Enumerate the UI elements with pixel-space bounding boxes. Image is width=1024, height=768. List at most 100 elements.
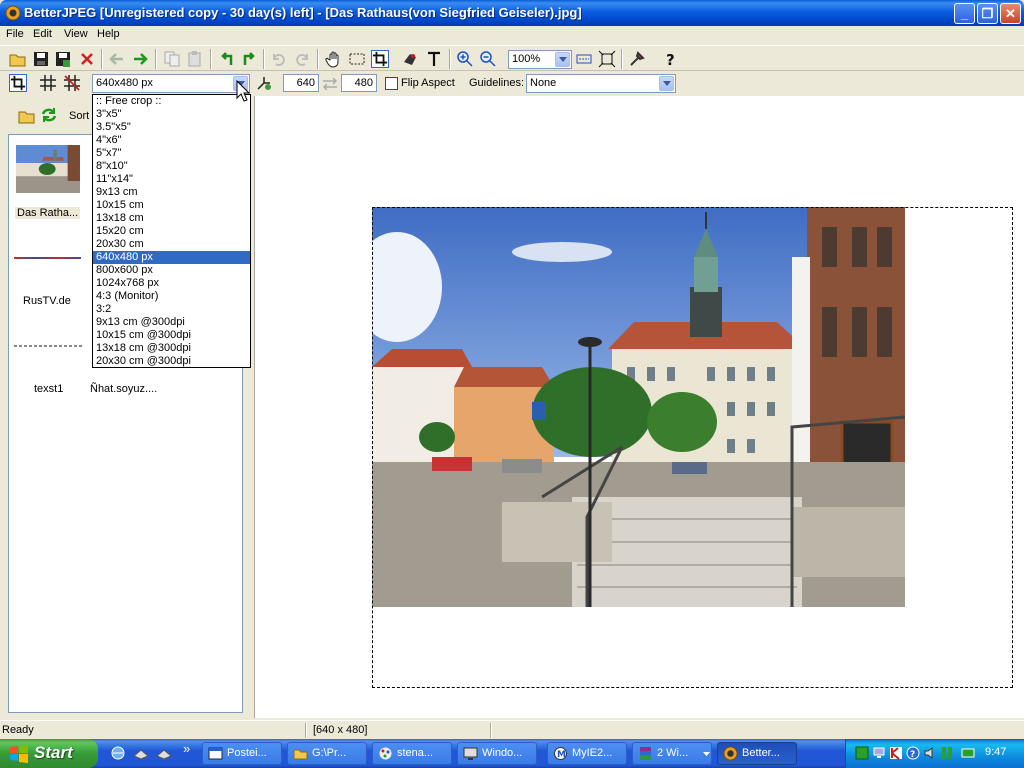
- copy-icon[interactable]: [163, 50, 181, 68]
- open-folder-icon[interactable]: [9, 50, 27, 68]
- paste-icon[interactable]: [186, 50, 204, 68]
- redo-icon[interactable]: [293, 50, 311, 68]
- crop-height-field[interactable]: 480: [341, 74, 377, 92]
- text-icon[interactable]: [425, 50, 443, 68]
- hand-icon[interactable]: [325, 50, 343, 68]
- task-button-stena[interactable]: stena...: [372, 742, 452, 765]
- task-button-explorer[interactable]: G:\Pr...: [287, 742, 367, 765]
- selection-icon[interactable]: [348, 50, 366, 68]
- zoom-in-icon[interactable]: [456, 50, 474, 68]
- crop-preset-option[interactable]: 11"x14": [93, 173, 250, 186]
- zoom-dropdown-arrow[interactable]: [555, 52, 570, 67]
- crop-preset-option[interactable]: 13x18 cm: [93, 212, 250, 225]
- thumbnail-rustv[interactable]: [14, 257, 81, 259]
- undo-icon[interactable]: [270, 50, 288, 68]
- fit-icon[interactable]: [575, 50, 593, 68]
- tools-icon[interactable]: [628, 50, 646, 68]
- monitor-tray-icon[interactable]: [940, 746, 954, 760]
- restore-button[interactable]: ❐: [977, 3, 998, 24]
- thumbnail-texst1[interactable]: [14, 345, 84, 347]
- menu-bar: File Edit View Help: [0, 26, 1024, 45]
- antivirus-tray-icon[interactable]: [889, 746, 903, 760]
- status-text: Ready: [2, 724, 34, 736]
- menu-edit[interactable]: Edit: [33, 28, 52, 40]
- crop-preset-option[interactable]: 10x15 cm: [93, 199, 250, 212]
- task-button-myie2[interactable]: M MyIE2...: [547, 742, 627, 765]
- guidelines-dropdown-arrow[interactable]: [659, 76, 674, 91]
- rotate-right-icon[interactable]: [240, 50, 258, 68]
- thumbnail-label[interactable]: Ñhat.soyuz....: [90, 383, 157, 395]
- crop-preset-option[interactable]: 15x20 cm: [93, 225, 250, 238]
- task-label: Better...: [742, 747, 780, 759]
- task-button-betterjpeg[interactable]: Better...: [717, 742, 797, 765]
- flip-aspect-checkbox[interactable]: [385, 77, 398, 90]
- quicklaunch-chevron[interactable]: »: [183, 741, 190, 756]
- speaker-tray-icon[interactable]: [923, 746, 937, 760]
- crop-preset-option[interactable]: 1024x768 px: [93, 277, 250, 290]
- swap-icon[interactable]: [322, 78, 338, 90]
- refresh-icon[interactable]: [40, 106, 58, 124]
- grid-icon[interactable]: [39, 74, 57, 92]
- zoom-out-icon[interactable]: [479, 50, 497, 68]
- save-icon[interactable]: [32, 50, 50, 68]
- crop-preset-option[interactable]: 13x18 cm @300dpi: [93, 342, 250, 355]
- red-eye-icon[interactable]: [401, 50, 419, 68]
- crop-preset-option[interactable]: 9x13 cm @300dpi: [93, 316, 250, 329]
- crop-preset-option[interactable]: 4:3 (Monitor): [93, 290, 250, 303]
- task-button-winrar-group[interactable]: 2 Wi...: [632, 742, 712, 765]
- crop-selection[interactable]: [372, 207, 1013, 688]
- crop-preset-option[interactable]: 20x30 cm: [93, 238, 250, 251]
- crop-preset-option[interactable]: 3"x5": [93, 108, 250, 121]
- crop-preset-option[interactable]: 3:2: [93, 303, 250, 316]
- crop-preset-option[interactable]: :: Free crop ::: [93, 95, 250, 108]
- close-button[interactable]: ✕: [1000, 3, 1021, 24]
- quicklaunch-app-icon[interactable]: [156, 745, 172, 761]
- help-tray-icon[interactable]: ?: [906, 746, 920, 760]
- minimize-button[interactable]: _: [954, 3, 975, 24]
- save-as-icon[interactable]: [54, 50, 72, 68]
- task-button-postei[interactable]: Postei...: [202, 742, 282, 765]
- thumbnail-label[interactable]: texst1: [34, 383, 63, 395]
- browse-folder-icon[interactable]: [18, 107, 36, 125]
- crop-preset-option[interactable]: 10x15 cm @300dpi: [93, 329, 250, 342]
- crop-preset-option[interactable]: 8"x10": [93, 160, 250, 173]
- quicklaunch-app-icon[interactable]: [133, 745, 149, 761]
- crop-preset-select[interactable]: 640x480 px: [92, 74, 250, 93]
- thumbnail-label[interactable]: RusTV.de: [23, 295, 71, 307]
- green-app-tray-icon[interactable]: [855, 746, 869, 760]
- crop-preset-option[interactable]: 800x600 px: [93, 264, 250, 277]
- crop-preset-option[interactable]: 9x13 cm: [93, 186, 250, 199]
- zoom-select[interactable]: 100%: [508, 50, 572, 69]
- betterjpeg-icon: [723, 746, 738, 761]
- ie-quicklaunch-icon[interactable]: [110, 745, 126, 761]
- back-arrow-icon[interactable]: [108, 50, 126, 68]
- crop-width-field[interactable]: 640: [283, 74, 319, 92]
- rotate-left-icon[interactable]: [218, 50, 236, 68]
- start-button[interactable]: Start: [0, 739, 98, 768]
- forward-arrow-icon[interactable]: [131, 50, 149, 68]
- apply-crop-icon[interactable]: [255, 74, 273, 92]
- crop-mode-icon[interactable]: [9, 74, 27, 92]
- network-tray-icon[interactable]: [872, 746, 886, 760]
- crop-preset-dropdown-list[interactable]: :: Free crop :: 3"x5" 3.5"x5" 4"x6" 5"x7" 8"x…: [92, 94, 251, 368]
- crop-preset-option[interactable]: 640x480 px: [93, 251, 250, 264]
- menu-view[interactable]: View: [64, 28, 88, 40]
- crop-icon[interactable]: [371, 50, 389, 68]
- sort-button[interactable]: Sort: [69, 110, 89, 122]
- thumbnail-label[interactable]: Das Ratha...: [15, 207, 81, 219]
- crop-preset-option[interactable]: 3.5"x5": [93, 121, 250, 134]
- image-canvas[interactable]: [254, 96, 1024, 718]
- help-icon[interactable]: ?: [661, 50, 679, 68]
- menu-help[interactable]: Help: [97, 28, 120, 40]
- crop-preset-option[interactable]: 5"x7": [93, 147, 250, 160]
- guidelines-select[interactable]: None: [526, 74, 676, 93]
- keyboard-tray-icon[interactable]: [961, 746, 975, 760]
- crop-preset-option[interactable]: 4"x6": [93, 134, 250, 147]
- crop-preset-option[interactable]: 20x30 cm @300dpi: [93, 355, 250, 368]
- close-file-icon[interactable]: [78, 50, 96, 68]
- actual-size-icon[interactable]: [598, 50, 616, 68]
- task-button-windows[interactable]: Windo...: [457, 742, 537, 765]
- menu-file[interactable]: File: [6, 28, 24, 40]
- grid-off-icon[interactable]: [63, 74, 81, 92]
- thumbnail-das-rathaus[interactable]: [15, 145, 81, 193]
